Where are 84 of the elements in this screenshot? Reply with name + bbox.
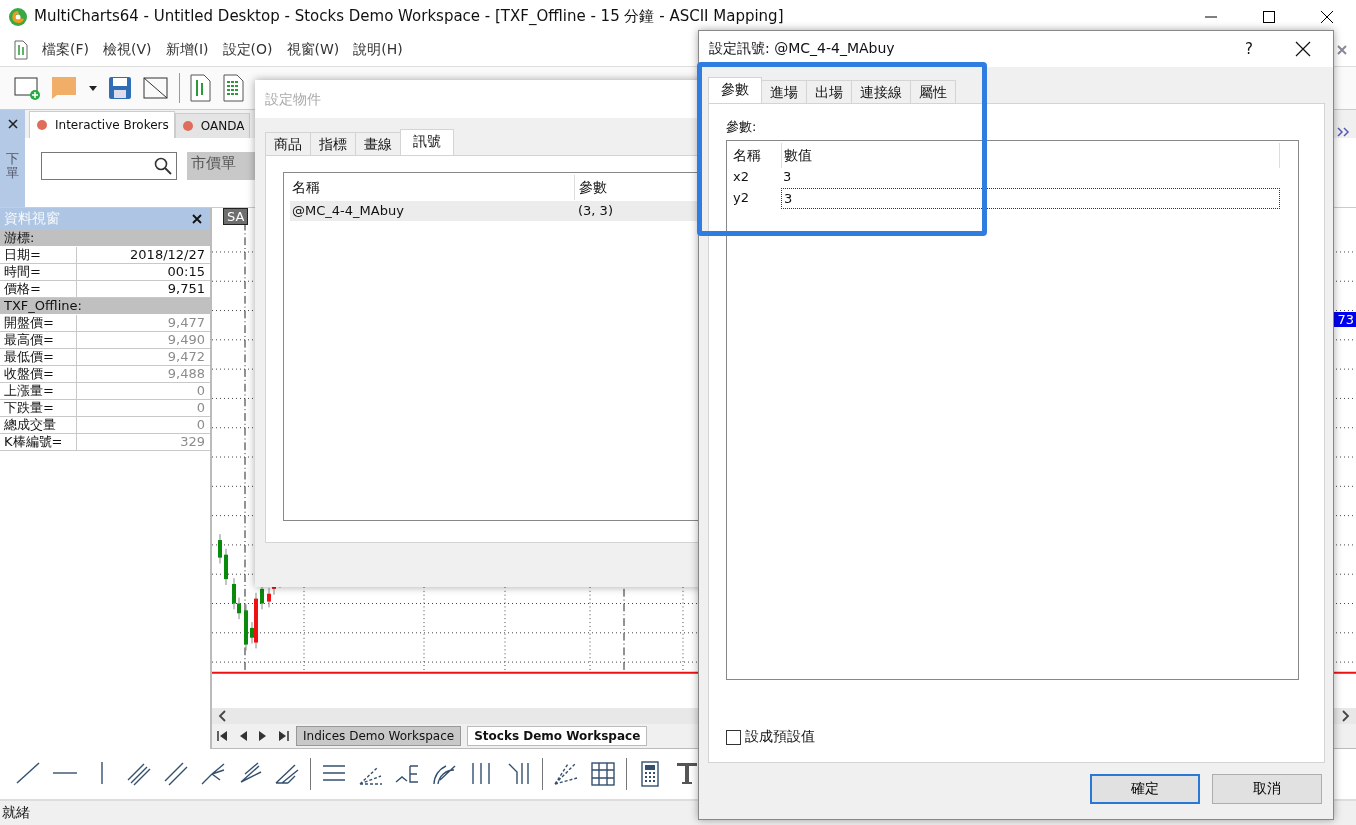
- chart-document-icon: [14, 39, 28, 60]
- candle: [224, 548, 228, 586]
- menu-item[interactable]: 新增(I): [165, 40, 209, 59]
- field-label: 時間=: [0, 264, 77, 280]
- field-value: 0: [195, 383, 206, 399]
- menu-item[interactable]: 設定(O): [222, 40, 273, 59]
- section-heading: 游標:: [0, 230, 210, 247]
- chevron-left-icon[interactable]: [218, 710, 228, 722]
- checkbox-label: 設成預設值: [745, 728, 815, 746]
- field-label: 最高價=: [0, 332, 77, 348]
- dialog-button[interactable]: 取消: [1212, 774, 1322, 804]
- close-icon[interactable]: [192, 214, 202, 224]
- symbol-tag[interactable]: SA: [223, 208, 249, 225]
- table-cell-text: y2: [733, 189, 750, 207]
- table-cell-text: (3, 3): [577, 202, 614, 220]
- close-icon[interactable]: [6, 118, 19, 130]
- menu-item[interactable]: 說明(H): [353, 40, 403, 59]
- field-value: 0: [195, 417, 206, 433]
- save-icon[interactable]: [107, 75, 133, 101]
- grid-icon[interactable]: [589, 760, 617, 788]
- broker-tab[interactable]: Interactive Brokers: [29, 111, 175, 138]
- workspace-tab[interactable]: Stocks Demo Workspace: [467, 726, 648, 746]
- last-page-icon[interactable]: [276, 729, 290, 743]
- status-dot-icon: [37, 120, 47, 130]
- spreadsheet-icon[interactable]: [222, 74, 246, 102]
- field-value: 9,477: [166, 315, 206, 331]
- field-value: 9,472: [166, 349, 206, 365]
- field-label: 最低價=: [0, 349, 77, 365]
- panel-title: 資料視窗: [4, 210, 60, 228]
- help-button[interactable]: ?: [1245, 40, 1253, 58]
- close-icon[interactable]: [1295, 41, 1311, 57]
- table-cell-text: 3: [782, 168, 793, 186]
- menu-item[interactable]: 檢視(V): [103, 40, 152, 59]
- menu-item[interactable]: 檔案(F): [42, 40, 89, 59]
- field-label: 下跌量=: [0, 400, 77, 416]
- new-window-icon[interactable]: [14, 75, 42, 101]
- candle: [244, 604, 248, 651]
- table-cell-text: x2: [733, 168, 750, 186]
- dialog-button[interactable]: 確定: [1090, 774, 1200, 804]
- maximize-icon[interactable]: [1262, 9, 1276, 24]
- tab[interactable]: 屬性: [910, 80, 956, 103]
- value-field[interactable]: 3: [781, 188, 1280, 209]
- workspace-tab[interactable]: Indices Demo Workspace: [296, 726, 462, 746]
- dialog-title: 設定訊號: @MC_4-4_MAbuy: [709, 40, 895, 58]
- candle: [218, 533, 222, 564]
- app-logo-icon: [8, 6, 28, 27]
- checkbox[interactable]: [726, 729, 741, 745]
- field-value: 0: [195, 400, 206, 416]
- field-value: 9,488: [166, 366, 206, 382]
- close-icon[interactable]: [1320, 9, 1334, 24]
- double-chevron-icon[interactable]: [1336, 126, 1350, 138]
- field-label: 開盤價=: [0, 315, 77, 331]
- side-tab-label[interactable]: 下單: [6, 152, 19, 181]
- search-field[interactable]: [41, 152, 177, 180]
- column-header[interactable]: 名稱: [290, 175, 575, 200]
- field-label: 上漲量=: [0, 383, 77, 399]
- status-dot-icon: [182, 121, 193, 131]
- tab[interactable]: 訊號: [400, 129, 454, 155]
- field-label: 收盤價=: [0, 366, 77, 382]
- search-icon[interactable]: [154, 157, 172, 175]
- chevron-right-icon[interactable]: [1340, 710, 1350, 722]
- status-text: 就緒: [2, 804, 30, 822]
- column-header[interactable]: 名稱: [733, 142, 782, 168]
- window-title: MultiCharts64 - Untitled Desktop - Stocks Demo Workspace - [TXF_Offline - 15 分鐘 - ASCII Mapping]: [34, 7, 784, 26]
- field-value: 9,490: [166, 332, 206, 348]
- channel-lines-icon[interactable]: [162, 760, 190, 788]
- field-label: 日期=: [0, 247, 77, 263]
- field-value: 9,751: [166, 281, 206, 297]
- section-label: 參數:: [726, 118, 758, 136]
- tab[interactable]: 商品: [265, 132, 311, 155]
- column-header[interactable]: 數值: [782, 142, 1280, 168]
- field-label: 價格=: [0, 281, 77, 297]
- field-value: 00:15: [166, 264, 206, 280]
- field-value: 329: [179, 434, 206, 450]
- section-heading: TXF_Offline:: [0, 298, 210, 315]
- crossed-chart-icon[interactable]: [142, 75, 170, 101]
- broker-tab[interactable]: OANDA: [174, 113, 251, 138]
- field-value: 2018/12/27: [129, 247, 206, 263]
- first-page-icon[interactable]: [216, 729, 230, 743]
- menu-item[interactable]: 視窗(W): [286, 40, 340, 59]
- field-label: K棒編號=: [0, 434, 77, 450]
- table-cell-text: @MC_4-4_MAbuy: [291, 202, 405, 220]
- chart-document-icon[interactable]: [189, 74, 213, 102]
- field-label: 總成交量: [0, 417, 77, 433]
